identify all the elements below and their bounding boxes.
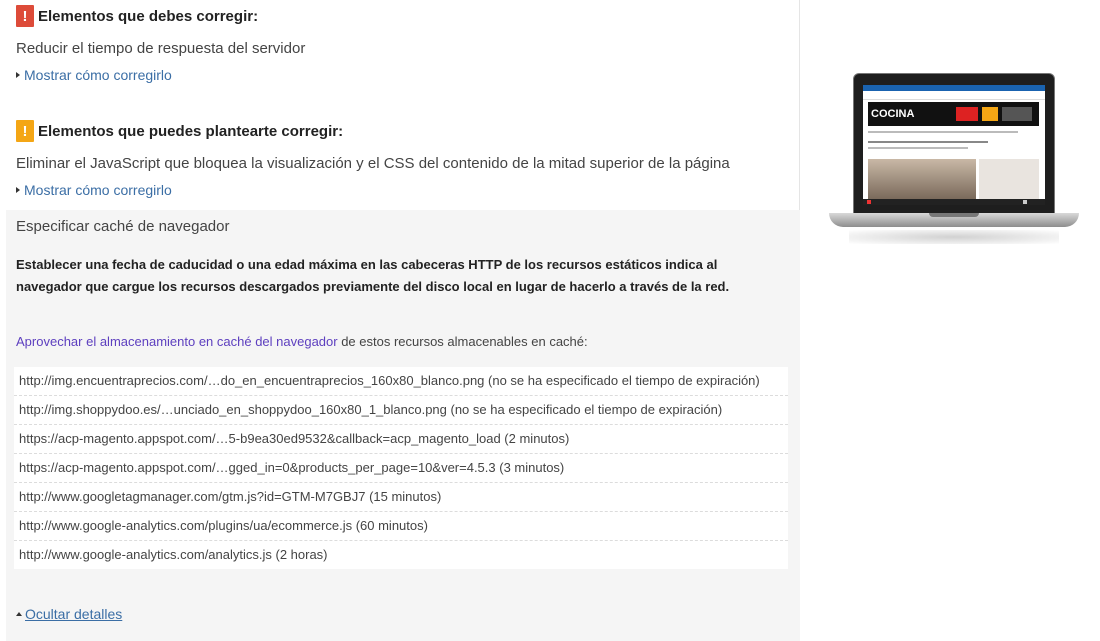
browser-cache-details: Especificar caché de navegador Establece… xyxy=(6,210,800,641)
details-description: Establecer una fecha de caducidad o una … xyxy=(16,257,730,294)
rule-server-response: Reducir el tiempo de respuesta del servi… xyxy=(16,40,306,57)
screenshot-image xyxy=(868,159,976,199)
rule-render-blocking: Eliminar el JavaScript que bloquea la vi… xyxy=(16,155,730,172)
page-screenshot: COCINA xyxy=(863,85,1045,205)
expand-arrow-icon xyxy=(16,72,20,78)
preview-panel: COCINA xyxy=(801,0,1100,641)
list-item: http://img.encuentraprecios.com/…do_en_e… xyxy=(14,367,788,396)
consider-fix-header: ! Elementos que puedes plantearte correg… xyxy=(16,120,343,142)
list-item: http://img.shoppydoo.es/…unciado_en_shop… xyxy=(14,396,788,425)
hide-details-label: Ocultar detalles xyxy=(25,606,123,622)
hide-details-link[interactable]: Ocultar detalles xyxy=(16,606,122,622)
collapse-arrow-icon xyxy=(16,612,22,616)
show-fix-label: Mostrar cómo corregirlo xyxy=(24,67,172,83)
laptop-lid: COCINA xyxy=(853,73,1055,215)
list-item: https://acp-magento.appspot.com/…5-b9ea3… xyxy=(14,425,788,454)
list-item: http://www.google-analytics.com/analytic… xyxy=(19,547,328,562)
results-panel: ! Elementos que debes corregir: Reducir … xyxy=(0,0,800,641)
list-item: https://acp-magento.appspot.com/…gged_in… xyxy=(14,454,788,483)
resource-list: http://img.encuentraprecios.com/…do_en_e… xyxy=(14,367,788,569)
details-title: Especificar caché de navegador xyxy=(16,218,230,235)
list-item: http://www.googletagmanager.com/gtm.js?i… xyxy=(14,483,788,512)
error-icon: ! xyxy=(16,5,34,27)
screenshot-banner: COCINA xyxy=(868,102,1039,126)
intro-text: de estos recursos almacenables en caché: xyxy=(337,334,588,349)
show-fix-label: Mostrar cómo corregirlo xyxy=(24,182,172,198)
laptop-preview-image: COCINA xyxy=(829,70,1081,260)
show-fix-toggle-2[interactable]: Mostrar cómo corregirlo xyxy=(16,182,172,198)
expand-arrow-icon xyxy=(16,187,20,193)
list-item: http://www.google-analytics.com/plugins/… xyxy=(14,512,788,541)
show-fix-toggle-1[interactable]: Mostrar cómo corregirlo xyxy=(16,67,172,83)
banner-text: COCINA xyxy=(871,108,915,120)
leverage-cache-link[interactable]: Aprovechar el almacenamiento en caché de… xyxy=(16,334,338,349)
must-fix-header: ! Elementos que debes corregir: xyxy=(16,5,258,27)
details-intro: Aprovechar el almacenamiento en caché de… xyxy=(16,334,588,349)
warning-icon: ! xyxy=(16,120,34,142)
consider-fix-title: Elementos que puedes plantearte corregir… xyxy=(38,122,344,140)
must-fix-title: Elementos que debes corregir: xyxy=(38,7,259,25)
